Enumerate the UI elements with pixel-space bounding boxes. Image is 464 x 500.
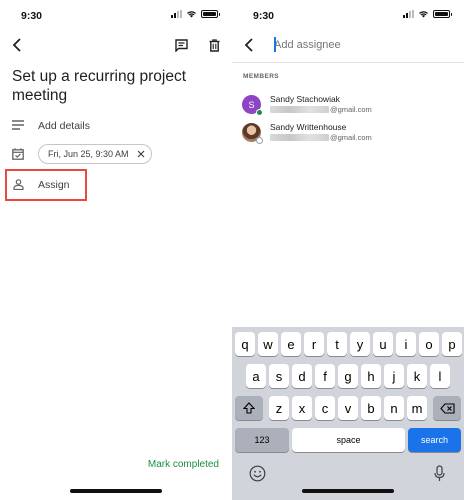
- due-date-chip[interactable]: Fri, Jun 25, 9:30 AM: [38, 144, 152, 164]
- key-e[interactable]: e: [281, 332, 301, 356]
- members-section-label: MEMBERS: [243, 73, 280, 80]
- status-icons: [403, 10, 452, 18]
- key-m[interactable]: m: [407, 396, 427, 420]
- member-row[interactable]: S Sandy Stachowiak @gmail.com: [232, 92, 464, 122]
- details-lines-icon: [11, 118, 25, 132]
- status-bar: 9:30: [0, 0, 232, 30]
- add-details-field[interactable]: Add details: [38, 120, 90, 132]
- key-b[interactable]: b: [361, 396, 381, 420]
- key-g[interactable]: g: [338, 364, 358, 388]
- clear-date-icon[interactable]: [137, 150, 145, 158]
- battery-icon: [201, 10, 220, 18]
- key-j[interactable]: j: [384, 364, 404, 388]
- add-assignee-input[interactable]: [274, 37, 444, 53]
- member-row[interactable]: Sandy Writtenhouse @gmail.com: [232, 120, 464, 150]
- key-u[interactable]: u: [373, 332, 393, 356]
- cellular-signal-icon: [403, 10, 414, 18]
- back-arrow-icon[interactable]: [8, 36, 26, 54]
- key-v[interactable]: v: [338, 396, 358, 420]
- key-x[interactable]: x: [292, 396, 312, 420]
- header-divider: [232, 62, 464, 63]
- battery-icon: [433, 10, 452, 18]
- key-t[interactable]: t: [327, 332, 347, 356]
- cellular-signal-icon: [171, 10, 182, 18]
- emoji-icon[interactable]: [247, 463, 267, 483]
- text-cursor: [274, 37, 276, 52]
- status-icons: [171, 10, 220, 18]
- home-indicator: [302, 489, 394, 493]
- key-r[interactable]: r: [304, 332, 324, 356]
- online-status-dot: [256, 109, 263, 116]
- wifi-icon: [419, 11, 428, 18]
- key-l[interactable]: l: [430, 364, 450, 388]
- numbers-key[interactable]: 123: [235, 428, 289, 452]
- member-name: Sandy Writtenhouse: [270, 122, 347, 132]
- back-arrow-icon[interactable]: [240, 36, 258, 54]
- key-p[interactable]: p: [442, 332, 462, 356]
- space-key[interactable]: space: [292, 428, 405, 452]
- key-c[interactable]: c: [315, 396, 335, 420]
- status-time: 9:30: [21, 10, 43, 22]
- key-n[interactable]: n: [384, 396, 404, 420]
- key-w[interactable]: w: [258, 332, 278, 356]
- wifi-icon: [187, 11, 196, 18]
- due-date-label: Fri, Jun 25, 9:30 AM: [48, 149, 129, 159]
- microphone-icon[interactable]: [429, 463, 449, 483]
- key-a[interactable]: a: [246, 364, 266, 388]
- key-k[interactable]: k: [407, 364, 427, 388]
- search-key[interactable]: search: [408, 428, 461, 452]
- assign-highlight-box: [5, 169, 87, 201]
- key-h[interactable]: h: [361, 364, 381, 388]
- home-indicator: [70, 489, 162, 493]
- key-d[interactable]: d: [292, 364, 312, 388]
- task-title[interactable]: Set up a recurring project meeting: [12, 67, 217, 105]
- comment-icon[interactable]: [172, 36, 190, 54]
- offline-status-dot: [256, 137, 263, 144]
- status-bar: 9:30: [232, 0, 464, 30]
- key-z[interactable]: z: [269, 396, 289, 420]
- key-q[interactable]: q: [235, 332, 255, 356]
- shift-key[interactable]: [235, 396, 263, 420]
- key-y[interactable]: y: [350, 332, 370, 356]
- member-name: Sandy Stachowiak: [270, 94, 340, 104]
- redacted-email-user: [270, 134, 329, 141]
- task-details-screen: 9:30 Set up a recurring project meeting …: [0, 0, 232, 500]
- backspace-icon: [439, 402, 455, 414]
- member-email: @gmail.com: [270, 105, 372, 114]
- member-email: @gmail.com: [270, 133, 372, 142]
- mark-completed-button[interactable]: Mark completed: [148, 459, 219, 470]
- on-screen-keyboard: q w e r t y u i o p a s d f g h j k l z …: [232, 327, 464, 500]
- calendar-check-icon: [11, 147, 25, 161]
- backspace-key[interactable]: [433, 396, 461, 420]
- shift-arrow-icon: [243, 402, 255, 414]
- key-f[interactable]: f: [315, 364, 335, 388]
- status-time: 9:30: [253, 10, 275, 22]
- redacted-email-user: [270, 106, 329, 113]
- delete-icon[interactable]: [205, 36, 223, 54]
- add-assignee-screen: 9:30 MEMBERS S Sandy Stachowiak @gmail.c…: [232, 0, 464, 500]
- key-i[interactable]: i: [396, 332, 416, 356]
- key-s[interactable]: s: [269, 364, 289, 388]
- key-o[interactable]: o: [419, 332, 439, 356]
